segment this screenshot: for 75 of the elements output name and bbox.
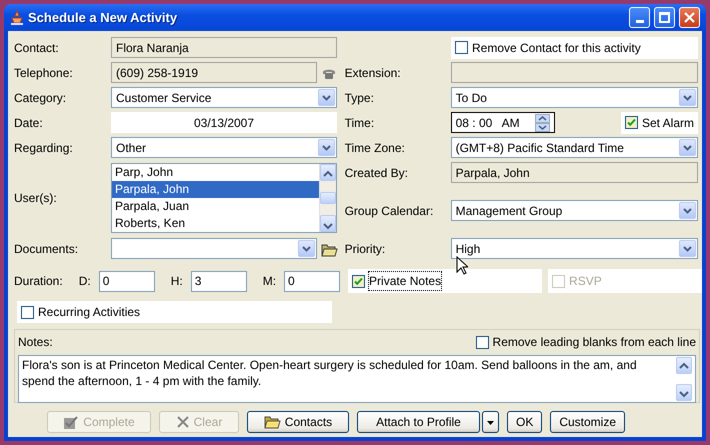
checkbox-icon: [455, 41, 468, 54]
dropdown[interactable]: Other: [111, 137, 337, 158]
field-label: User(s):: [14, 190, 58, 207]
field-label: Created By:: [344, 164, 409, 182]
duration-input[interactable]: 3: [190, 270, 247, 292]
field-label: Date:: [14, 114, 44, 132]
dialog-button[interactable]: Attach to Profile: [356, 411, 480, 433]
scroll-down-icon[interactable]: [676, 384, 692, 401]
checkbox-icon: [352, 274, 366, 288]
list-item[interactable]: Parpala, Juan: [112, 198, 319, 215]
dropdown[interactable]: High: [450, 238, 698, 259]
readonly-field: Parpala, John: [450, 162, 698, 183]
recurring-activities-checkbox[interactable]: Recurring Activities: [17, 301, 332, 323]
telephone-field: (609) 258-1919: [111, 62, 317, 83]
maximize-icon: [659, 12, 670, 23]
dialog-button[interactable]: Customize: [550, 411, 626, 433]
duration-part-label: H:: [170, 273, 183, 290]
readonly-field: Flora Naranja: [111, 37, 337, 58]
checkbox-icon: [21, 306, 34, 318]
app-icon: [10, 10, 24, 26]
dialog-button[interactable]: OK: [506, 411, 542, 433]
dropdown[interactable]: Customer Service: [111, 87, 337, 108]
notes-label: Notes:: [18, 334, 53, 351]
contacts-button[interactable]: Contacts: [246, 411, 349, 433]
caret-icon: [486, 420, 494, 425]
spinner-arrows-icon[interactable]: [534, 114, 550, 132]
time-spinner[interactable]: 08 : 00 AM: [450, 112, 555, 133]
field-label: Type:: [344, 90, 375, 106]
minimize-button[interactable]: [629, 7, 650, 28]
folder-icon: [264, 415, 281, 429]
duration-label: Duration:: [14, 273, 63, 290]
checkmark-icon: [63, 414, 80, 430]
remove-blanks-checkbox[interactable]: Remove leading blanks from each line: [476, 333, 696, 351]
duration-part-label: M:: [262, 273, 276, 290]
private-notes-checkbox[interactable]: Private Notes: [348, 269, 542, 293]
duration-input[interactable]: 0: [284, 270, 340, 292]
field-label: Time:: [344, 114, 376, 132]
x-icon: [176, 415, 190, 429]
close-icon: [684, 12, 695, 23]
maximize-button[interactable]: [654, 7, 675, 28]
field-label: Group Calendar:: [344, 202, 434, 220]
scroll-up-icon[interactable]: [320, 164, 336, 181]
scroll-thumb[interactable]: [320, 192, 336, 204]
field-label: Priority:: [344, 240, 386, 258]
field-label: Documents:: [14, 240, 80, 258]
duration-part-label: D:: [78, 273, 91, 290]
user-listbox[interactable]: Parp, John Parpala, John Parpala, Juan Roberts, Ken: [111, 163, 337, 233]
close-button[interactable]: [679, 7, 700, 28]
field-label: Regarding:: [14, 140, 74, 156]
dropdown[interactable]: To Do: [450, 87, 698, 108]
list-item[interactable]: Parp, John: [112, 164, 319, 181]
scroll-down-icon[interactable]: [320, 215, 336, 232]
field-label: Extension:: [344, 64, 402, 82]
duration-input[interactable]: 0: [98, 270, 155, 292]
field-label: Category:: [14, 90, 68, 106]
checkbox-icon: [624, 116, 638, 129]
date-field[interactable]: 03/13/2007: [111, 112, 337, 133]
field-label: Telephone:: [14, 64, 74, 82]
window-title: Schedule a New Activity: [28, 8, 178, 27]
minimize-icon: [636, 20, 644, 23]
list-item[interactable]: Roberts, Ken: [112, 215, 319, 232]
scrollbar[interactable]: [319, 164, 336, 232]
dropdown[interactable]: Management Group: [450, 200, 698, 221]
remove-contact-checkbox[interactable]: Remove Contact for this activity: [451, 36, 698, 58]
field-label: Contact:: [14, 40, 60, 56]
checkbox-icon: [476, 336, 489, 348]
dropdown[interactable]: (GMT+8) Pacific Standard Time: [450, 137, 698, 158]
set-alarm-checkbox[interactable]: Set Alarm: [620, 112, 698, 134]
dropdown-button[interactable]: [482, 411, 499, 433]
field-label: Time Zone:: [344, 140, 406, 156]
scroll-up-icon[interactable]: [676, 357, 692, 374]
mouse-cursor-icon: [456, 256, 468, 275]
checkbox-icon: [552, 274, 566, 288]
list-item[interactable]: Parpala, John: [112, 181, 319, 198]
notes-textarea[interactable]: Flora's son is at Princeton Medical Center. Open-heart surgery is scheduled for 10am. Send balloons in the am, and spend the afternoon, 1 - 4 pm with the family.: [18, 355, 696, 403]
